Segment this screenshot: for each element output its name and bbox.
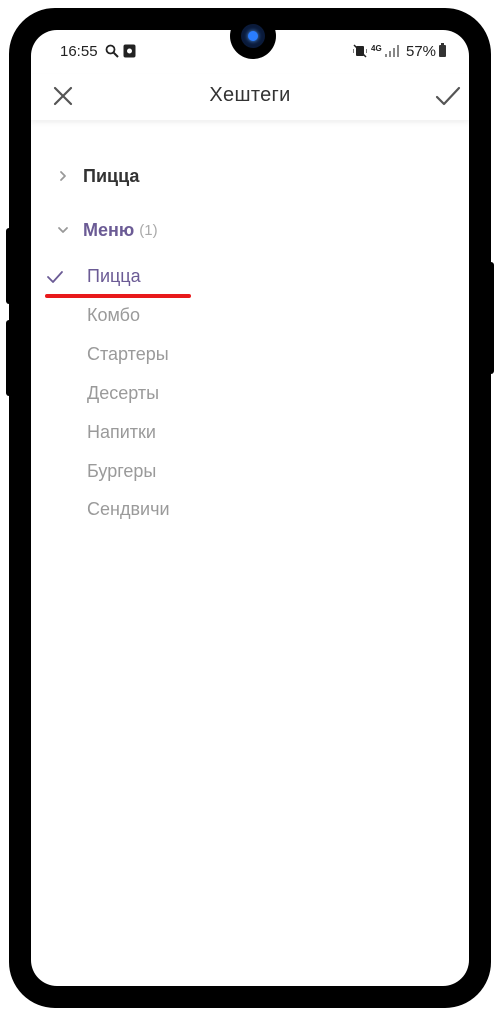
- selected-check-icon: [47, 271, 63, 283]
- tag-item-desserts[interactable]: Десерты: [87, 383, 159, 409]
- confirm-button[interactable]: [435, 84, 461, 108]
- group-label: Меню: [83, 219, 135, 240]
- tag-item-sandwiches[interactable]: Сендвичи: [87, 499, 170, 525]
- tag-item-pizza[interactable]: Пицца: [87, 266, 141, 292]
- tag-item-starters[interactable]: Стартеры: [87, 344, 169, 370]
- front-camera: [241, 24, 265, 48]
- status-time: 16:55: [60, 43, 98, 60]
- group-count-badge: (1): [139, 221, 158, 239]
- app-screen: 16:55 4G 57% Хештеги Пицца Меню (1) Пицц…: [31, 30, 469, 986]
- network-type-label: 4G: [371, 44, 382, 53]
- group-menu[interactable]: Меню (1): [55, 216, 158, 244]
- tag-item-combo[interactable]: Комбо: [87, 305, 140, 331]
- tag-item-burgers[interactable]: Бургеры: [87, 461, 156, 487]
- chevron-down-icon: [58, 227, 68, 233]
- search-icon: [105, 44, 119, 61]
- annotation-underline: [45, 294, 191, 298]
- app-header: Хештеги: [31, 74, 469, 120]
- battery-percent: 57%: [406, 43, 437, 60]
- page-title: Хештеги: [209, 84, 291, 106]
- camera-lens: [248, 31, 258, 41]
- checkmark-icon: [435, 86, 461, 106]
- chevron-right-icon: [60, 171, 66, 181]
- notification-app-icon: [123, 44, 136, 61]
- group-label: Пицца: [83, 165, 140, 186]
- battery-icon: [439, 43, 446, 57]
- tag-item-drinks[interactable]: Напитки: [87, 422, 156, 448]
- group-pizza[interactable]: Пицца: [55, 162, 139, 190]
- signal-icon: [384, 44, 400, 61]
- mute-vibrate-icon: [352, 44, 368, 61]
